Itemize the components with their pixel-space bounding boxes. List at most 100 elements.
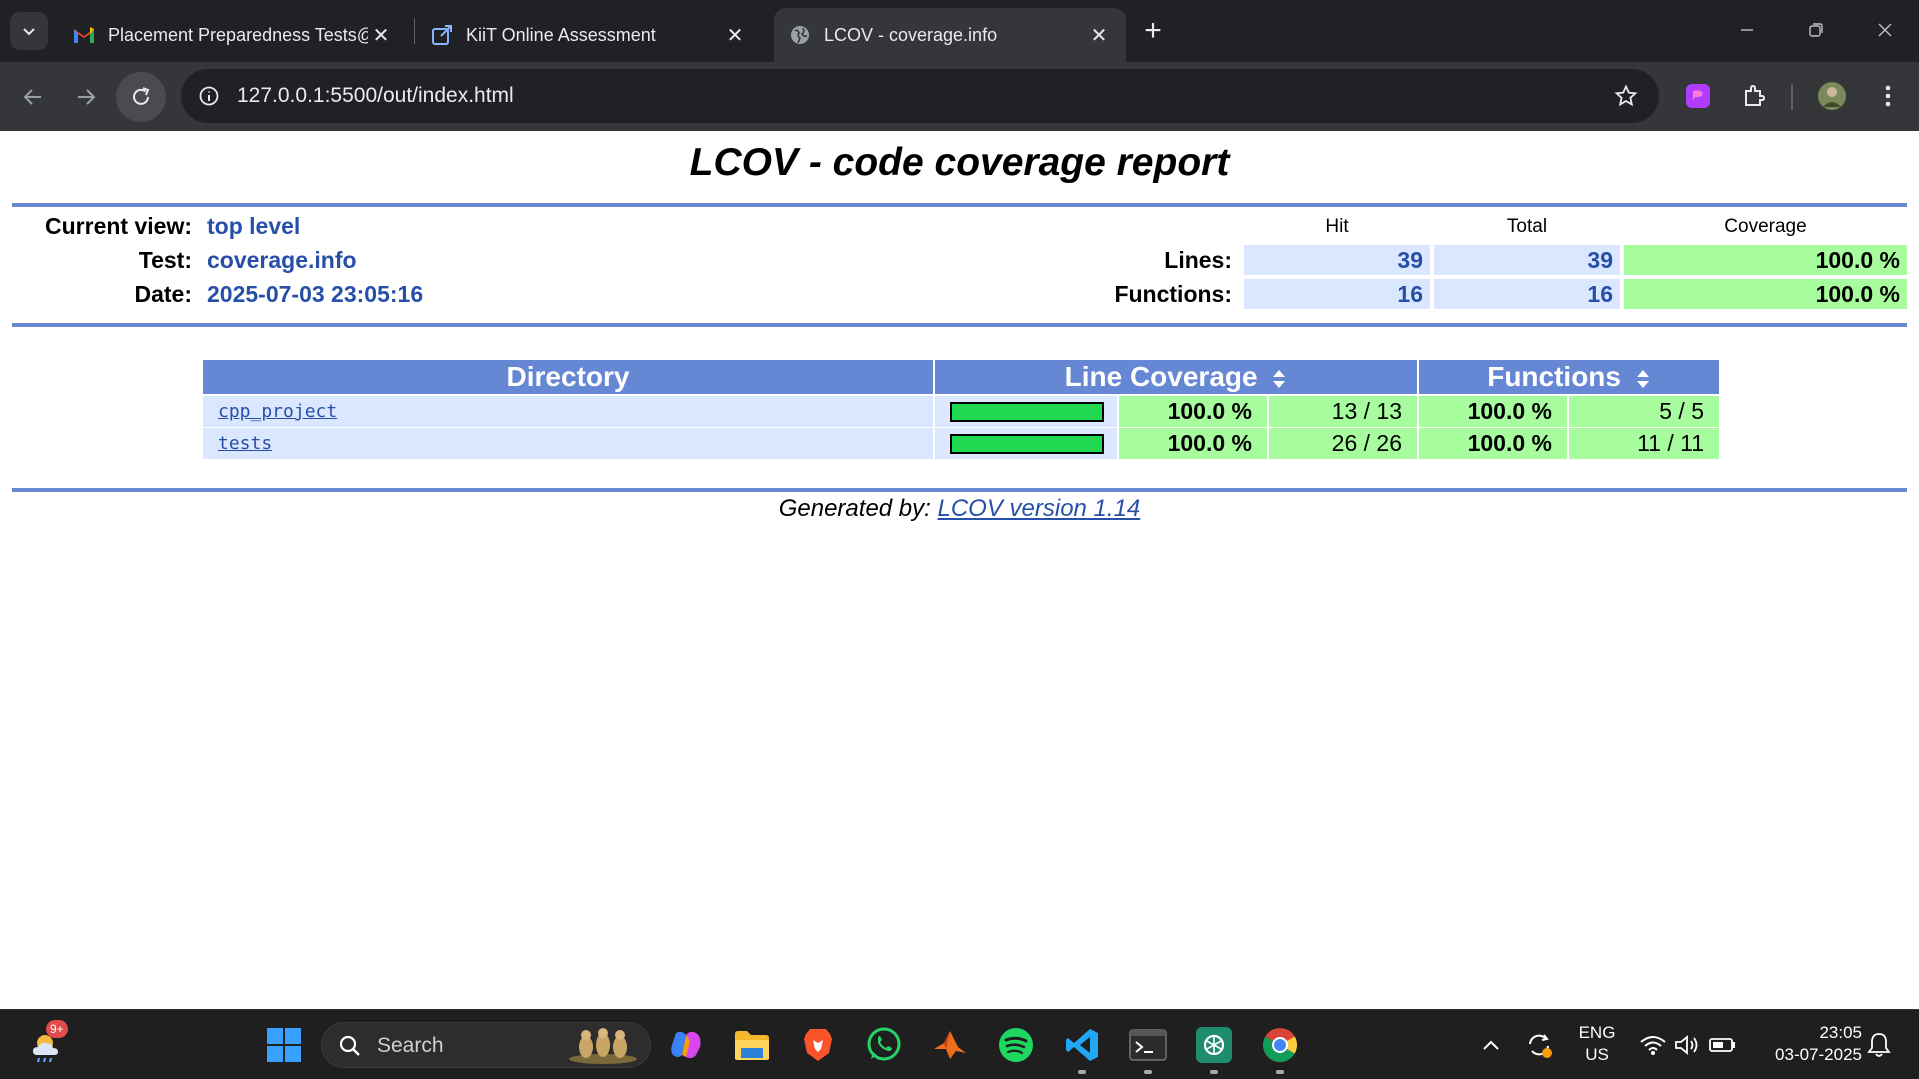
battery-icon xyxy=(1709,1038,1735,1052)
start-button[interactable] xyxy=(261,1022,307,1068)
lines-hit: 39 xyxy=(1244,245,1430,275)
lines-label: Lines: xyxy=(1164,247,1232,273)
file-explorer-app[interactable] xyxy=(729,1022,775,1068)
sort-icon xyxy=(1636,369,1649,388)
windows-taskbar: 9+ Search ENG US 23:05 03-07-2025 xyxy=(0,1009,1919,1079)
gmail-icon xyxy=(72,23,96,47)
close-window-button[interactable] xyxy=(1860,10,1910,50)
copilot-icon xyxy=(671,1031,701,1059)
tab-kiit[interactable]: KiiT Online Assessment ✕ xyxy=(416,8,762,62)
footer-rule xyxy=(12,488,1907,492)
line-coverage-header-label: Line Coverage xyxy=(1064,361,1258,392)
line-coverage-column-header[interactable]: Line Coverage xyxy=(935,360,1417,394)
site-info-icon[interactable] xyxy=(195,82,223,110)
header-top-rule xyxy=(12,203,1907,207)
bookmark-star-icon[interactable] xyxy=(1611,81,1641,111)
lines-total: 39 xyxy=(1434,245,1620,275)
directory-link[interactable]: tests xyxy=(218,433,272,454)
new-tab-button[interactable]: + xyxy=(1136,14,1170,48)
forward-button[interactable] xyxy=(61,72,111,122)
sync-icon xyxy=(1529,1034,1552,1058)
current-view-label: Current view: xyxy=(45,213,192,239)
lines-coverage: 100.0 % xyxy=(1624,245,1907,275)
close-icon xyxy=(1878,23,1892,37)
tab-lcov[interactable]: LCOV - coverage.info ✕ xyxy=(774,8,1126,62)
notification-badge: 9+ xyxy=(46,1020,68,1038)
whatsapp-app[interactable] xyxy=(861,1022,907,1068)
running-indicator xyxy=(1210,1070,1218,1074)
arrow-right-icon xyxy=(78,89,96,105)
arrow-left-icon xyxy=(23,89,41,105)
sort-icon xyxy=(1273,369,1286,388)
coverage-bar xyxy=(950,402,1104,422)
search-highlight-icon xyxy=(569,1028,637,1064)
directory-link[interactable]: cpp_project xyxy=(218,401,337,422)
tab-title: Placement Preparedness Tests@ xyxy=(108,24,368,45)
taskbar-search[interactable]: Search xyxy=(321,1022,651,1068)
functions-label: Functions: xyxy=(1114,281,1232,307)
close-icon[interactable]: ✕ xyxy=(368,22,394,48)
back-button[interactable] xyxy=(8,72,58,122)
weather-widget[interactable]: 9+ xyxy=(26,1020,72,1068)
coverage-bar-cell xyxy=(935,428,1117,459)
functions-column-header[interactable]: Functions xyxy=(1419,360,1719,394)
coverage-bar-fill xyxy=(952,436,1102,452)
input-language[interactable]: ENG US xyxy=(1570,1022,1624,1066)
current-view-link[interactable]: top level xyxy=(207,213,300,240)
chrome-app[interactable] xyxy=(1257,1022,1303,1074)
line-coverage-percent: 100.0 % xyxy=(1119,396,1267,427)
language-code: ENG xyxy=(1578,1023,1616,1042)
coverage-bar-cell xyxy=(935,396,1117,427)
terminal-app[interactable] xyxy=(1125,1022,1171,1074)
brave-icon xyxy=(804,1029,832,1061)
minimize-button[interactable] xyxy=(1722,10,1772,50)
battery-status[interactable] xyxy=(1700,1022,1746,1068)
tab-search-button[interactable] xyxy=(10,12,48,50)
sync-tray-icon[interactable] xyxy=(1516,1022,1562,1068)
clock[interactable]: 23:05 03-07-2025 xyxy=(1752,1022,1862,1066)
coverage-bar-fill xyxy=(952,404,1102,420)
chatgpt-icon xyxy=(1196,1027,1232,1063)
tab-separator xyxy=(414,18,415,44)
matlab-app[interactable] xyxy=(927,1022,973,1068)
chatgpt-app[interactable] xyxy=(1191,1022,1237,1074)
functions-total: 16 xyxy=(1434,279,1620,309)
test-value: coverage.info xyxy=(207,247,357,273)
address-bar[interactable]: 127.0.0.1:5500/out/index.html xyxy=(181,69,1659,123)
copilot-app[interactable] xyxy=(663,1022,709,1068)
clock-date: 03-07-2025 xyxy=(1775,1045,1862,1064)
show-hidden-icons-button[interactable] xyxy=(1468,1022,1514,1068)
notification-center[interactable] xyxy=(1856,1022,1902,1068)
tab-title: KiiT Online Assessment xyxy=(466,24,656,45)
chevron-up-icon xyxy=(1483,1040,1499,1050)
directory-column-header[interactable]: Directory xyxy=(203,360,933,394)
function-coverage-count: 5 / 5 xyxy=(1569,396,1719,427)
extension-app-icon[interactable] xyxy=(1680,78,1716,114)
total-column-header: Total xyxy=(1506,216,1548,237)
profile-avatar[interactable] xyxy=(1814,78,1850,114)
close-icon[interactable]: ✕ xyxy=(722,22,748,48)
spotify-app[interactable] xyxy=(993,1022,1039,1068)
restore-button[interactable] xyxy=(1791,10,1841,50)
url-text[interactable]: 127.0.0.1:5500/out/index.html xyxy=(237,84,514,108)
line-coverage-percent: 100.0 % xyxy=(1119,428,1267,459)
hit-column-header: Hit xyxy=(1325,216,1349,237)
clock-time: 23:05 xyxy=(1819,1023,1862,1042)
vscode-app[interactable] xyxy=(1059,1022,1105,1074)
close-icon[interactable]: ✕ xyxy=(1086,22,1112,48)
functions-coverage: 100.0 % xyxy=(1624,279,1907,309)
restore-icon xyxy=(1809,23,1823,37)
brave-app[interactable] xyxy=(795,1022,841,1068)
notification-bell-icon xyxy=(1867,1033,1891,1057)
browser-menu-icon[interactable] xyxy=(1870,78,1906,114)
lcov-version-link[interactable]: LCOV version 1.14 xyxy=(938,495,1141,522)
function-coverage-percent: 100.0 % xyxy=(1419,428,1567,459)
coverage-column-header: Coverage xyxy=(1724,216,1807,237)
extensions-puzzle-icon[interactable] xyxy=(1736,78,1772,114)
test-label: Test: xyxy=(138,247,192,273)
reload-button[interactable] xyxy=(116,72,166,122)
running-indicator xyxy=(1144,1070,1152,1074)
tab-gmail[interactable]: Placement Preparedness Tests@ ✕ xyxy=(58,8,408,62)
tab-strip: Placement Preparedness Tests@ ✕ KiiT Onl… xyxy=(0,0,1919,62)
function-coverage-count: 11 / 11 xyxy=(1569,428,1719,459)
